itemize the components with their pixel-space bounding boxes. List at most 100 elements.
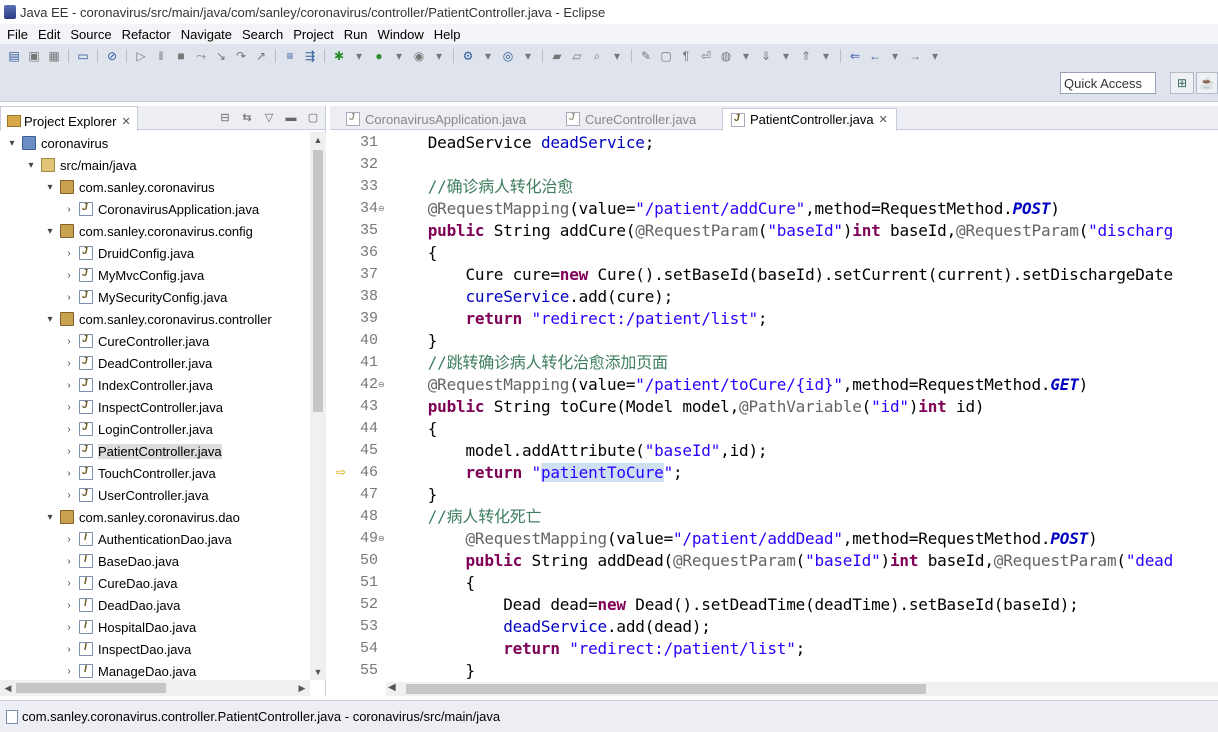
save-icon[interactable]: ▣	[26, 48, 42, 64]
drop-to-frame-icon[interactable]: ≡	[282, 48, 298, 64]
maximize-icon[interactable]: ▢	[305, 110, 321, 126]
chevron-down-icon[interactable]: ▾	[887, 48, 903, 64]
chevron-down-icon[interactable]: ▾	[738, 48, 754, 64]
forward-icon[interactable]: →	[907, 48, 923, 64]
code-line[interactable]: @RequestMapping(value="/patient/toCure/{…	[390, 374, 1089, 396]
tab-coronavirus-application[interactable]: CoronavirusApplication.java	[338, 108, 534, 130]
chevron-right-icon[interactable]: ›	[63, 600, 75, 611]
chevron-down-icon[interactable]: ▾	[778, 48, 794, 64]
chevron-right-icon[interactable]: ›	[63, 534, 75, 545]
chevron-right-icon[interactable]: ›	[63, 644, 75, 655]
back-icon[interactable]: ←	[867, 48, 883, 64]
chevron-down-icon[interactable]: ▾	[480, 48, 496, 64]
code-line[interactable]: public String addCure(@RequestParam("bas…	[390, 220, 1174, 242]
tree-item[interactable]: › DeadController.java	[0, 352, 310, 374]
tree-item[interactable]: ▾ coronavirus	[0, 132, 310, 154]
tree-item[interactable]: › AuthenticationDao.java	[0, 528, 310, 550]
fold-toggle-icon[interactable]: ⊖	[378, 380, 385, 389]
resume-icon[interactable]: ▷	[133, 48, 149, 64]
code-line[interactable]: {	[390, 242, 438, 264]
toggle-mark-occurrences-icon[interactable]: ✎	[638, 48, 654, 64]
browser-icon[interactable]: ◍	[718, 48, 734, 64]
use-step-filters-icon[interactable]: ⇶	[302, 48, 318, 64]
scroll-up-icon[interactable]: ▲	[310, 132, 326, 148]
chevron-down-icon[interactable]: ▾	[6, 138, 18, 149]
tree-vertical-scrollbar[interactable]: ▲ ▼	[310, 132, 326, 680]
chevron-down-icon[interactable]: ▾	[44, 226, 56, 237]
code-line[interactable]: }	[390, 330, 438, 352]
disconnect-icon[interactable]: ⤳	[193, 48, 209, 64]
open-type-icon[interactable]: ▰	[549, 48, 565, 64]
code-line[interactable]: }	[390, 660, 475, 682]
code-line[interactable]: Cure cure=new Cure().setBaseId(baseId).s…	[390, 264, 1173, 286]
menu-navigate[interactable]: Navigate	[176, 27, 237, 42]
chevron-right-icon[interactable]: ›	[63, 556, 75, 567]
external-tools-icon[interactable]: ⚙	[460, 48, 476, 64]
code-line[interactable]: public String addDead(@RequestParam("bas…	[390, 550, 1173, 572]
chevron-right-icon[interactable]: ›	[63, 666, 75, 677]
tree-item[interactable]: › InspectDao.java	[0, 638, 310, 660]
chevron-right-icon[interactable]: ›	[63, 336, 75, 347]
tree-item[interactable]: ▾ com.sanley.coronavirus.config	[0, 220, 310, 242]
search-icon[interactable]: ⌕	[589, 48, 605, 64]
tree-item[interactable]: › PatientController.java	[0, 440, 310, 462]
chevron-right-icon[interactable]: ›	[63, 292, 75, 303]
code-line[interactable]: {	[390, 418, 438, 440]
scroll-down-icon[interactable]: ▼	[310, 664, 326, 680]
collapse-all-icon[interactable]: ⊟	[217, 110, 233, 126]
tree-item[interactable]: › DruidConfig.java	[0, 242, 310, 264]
scroll-left-icon[interactable]: ◀	[0, 680, 16, 696]
editor-horizontal-scrollbar[interactable]: ◀	[386, 682, 1218, 696]
view-menu-icon[interactable]: ▽	[261, 110, 277, 126]
chevron-down-icon[interactable]: ▾	[44, 182, 56, 193]
code-line[interactable]: @RequestMapping(value="/patient/addDead"…	[390, 528, 1097, 550]
chevron-right-icon[interactable]: ›	[63, 270, 75, 281]
tree-item[interactable]: › HospitalDao.java	[0, 616, 310, 638]
menu-project[interactable]: Project	[288, 27, 338, 42]
code-line[interactable]: //病人转化死亡	[390, 506, 542, 528]
code-line[interactable]: public String toCure(Model model,@PathVa…	[390, 396, 985, 418]
chevron-right-icon[interactable]: ›	[63, 204, 75, 215]
java-ee-perspective-icon[interactable]: ☕	[1196, 72, 1218, 94]
debug-icon[interactable]: ✱	[331, 48, 347, 64]
code-line[interactable]: return "redirect:/patient/list";	[390, 308, 767, 330]
scrollbar-thumb[interactable]	[406, 684, 926, 694]
tree-item[interactable]: › UserController.java	[0, 484, 310, 506]
tree-item[interactable]: › TouchController.java	[0, 462, 310, 484]
chevron-right-icon[interactable]: ›	[63, 358, 75, 369]
close-icon[interactable]: ✕	[121, 115, 130, 128]
tree-item[interactable]: ▾ com.sanley.coronavirus.dao	[0, 506, 310, 528]
run-icon[interactable]: ●	[371, 48, 387, 64]
code-line[interactable]: Dead dead=new Dead().setDeadTime(deadTim…	[390, 594, 1079, 616]
skip-breakpoints-icon[interactable]: ⊘	[104, 48, 120, 64]
open-perspective-icon[interactable]: ⊞	[1170, 72, 1194, 94]
chevron-down-icon[interactable]: ▾	[520, 48, 536, 64]
chevron-down-icon[interactable]: ▾	[351, 48, 367, 64]
tree-item[interactable]: › LoginController.java	[0, 418, 310, 440]
chevron-right-icon[interactable]: ›	[63, 402, 75, 413]
close-icon[interactable]: ✕	[879, 113, 888, 126]
tree-item[interactable]: › CoronavirusApplication.java	[0, 198, 310, 220]
fold-toggle-icon[interactable]: ⊖	[378, 534, 385, 543]
chevron-down-icon[interactable]: ▾	[25, 160, 37, 171]
tree-item[interactable]: › MySecurityConfig.java	[0, 286, 310, 308]
quick-access-input[interactable]: Quick Access	[1060, 72, 1156, 94]
code-line[interactable]: deadService.add(dead);	[390, 616, 711, 638]
save-all-icon[interactable]: ▦	[46, 48, 62, 64]
scrollbar-thumb[interactable]	[16, 683, 166, 693]
menu-edit[interactable]: Edit	[33, 27, 65, 42]
tab-patient-controller[interactable]: PatientController.java ✕	[722, 108, 897, 131]
chevron-right-icon[interactable]: ›	[63, 622, 75, 633]
last-edit-location-icon[interactable]: ⇐	[847, 48, 863, 64]
code-line[interactable]: return "patientToCure";	[390, 462, 683, 484]
tree-item[interactable]: › MyMvcConfig.java	[0, 264, 310, 286]
previous-annotation-icon[interactable]: ⇑	[798, 48, 814, 64]
chevron-down-icon[interactable]: ▾	[431, 48, 447, 64]
chevron-right-icon[interactable]: ›	[63, 468, 75, 479]
scrollbar-thumb[interactable]	[313, 150, 323, 412]
tree-item[interactable]: › DeadDao.java	[0, 594, 310, 616]
tree-item[interactable]: › CureController.java	[0, 330, 310, 352]
menu-source[interactable]: Source	[65, 27, 116, 42]
menu-refactor[interactable]: Refactor	[117, 27, 176, 42]
fold-toggle-icon[interactable]: ⊖	[378, 204, 385, 213]
